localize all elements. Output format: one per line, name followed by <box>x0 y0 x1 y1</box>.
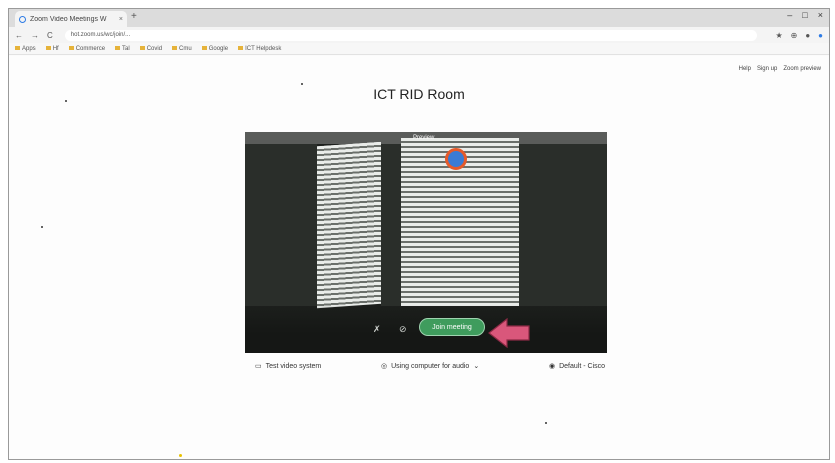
folder-icon <box>115 45 121 50</box>
help-link[interactable]: Help <box>739 66 751 72</box>
logo-icon <box>445 148 467 170</box>
scan-dot <box>65 100 67 102</box>
scan-dot <box>301 83 303 85</box>
address-bar-row: ← → C hot.zoom.us/wc/join/... ★ ⊕ ● ● <box>9 27 829 43</box>
tab-title: Zoom Video Meetings W <box>30 15 107 23</box>
preview-controls: ▭ Test video system ◎ Using computer for… <box>9 362 829 376</box>
page-title: ICT RID Room <box>373 86 465 102</box>
new-tab-button[interactable]: + <box>131 11 137 22</box>
speaker-select[interactable]: ◉ Default - Cisco <box>549 362 606 371</box>
forward-icon[interactable]: → <box>31 31 39 40</box>
bookmark-item[interactable]: Google <box>201 45 228 52</box>
bookmark-item[interactable]: Covid <box>139 45 162 52</box>
preview-shadow <box>519 144 607 306</box>
video-icon: ▭ <box>255 363 262 370</box>
speaker-label: Default - Cisco <box>559 362 606 370</box>
bookmark-star-icon[interactable]: ★ <box>775 31 782 40</box>
preview-document <box>317 141 381 309</box>
bookmark-item[interactable]: ICT Helpdesk <box>238 46 281 52</box>
pointer-arrow-icon <box>488 318 530 348</box>
folder-icon <box>45 45 51 50</box>
folder-icon <box>139 45 145 50</box>
profile-icon[interactable]: ● <box>818 31 823 40</box>
close-icon[interactable]: × <box>818 10 823 20</box>
browser-tab[interactable]: Zoom Video Meetings W × <box>15 11 127 27</box>
scan-dot <box>41 226 43 228</box>
camera-icon[interactable]: ⊘ <box>399 324 407 335</box>
audio-icon: ◎ <box>381 363 388 370</box>
test-video-control[interactable]: ▭ Test video system <box>255 362 322 371</box>
scan-dot <box>179 454 182 457</box>
tab-strip: Zoom Video Meetings W × + – □ × <box>9 9 829 27</box>
back-icon[interactable]: ← <box>15 31 23 40</box>
reload-icon[interactable]: C <box>47 31 53 40</box>
page-content: Help Sign up Zoom preview ICT RID Room P… <box>9 56 829 459</box>
folder-icon <box>15 45 20 50</box>
folder-icon <box>201 45 207 50</box>
extension-icon[interactable]: ⊕ <box>791 31 798 40</box>
signup-link[interactable]: Sign up <box>757 66 777 72</box>
tab-close-icon[interactable]: × <box>119 16 123 23</box>
join-meeting-button[interactable]: Join meeting <box>419 318 485 336</box>
preview-shadow <box>381 144 401 306</box>
scan-dot <box>545 422 547 424</box>
folder-icon <box>172 45 178 50</box>
zoom-favicon-icon <box>19 15 26 23</box>
audio-select[interactable]: ◎ Using computer for audio ⌄ <box>381 362 480 371</box>
browser-window: Zoom Video Meetings W × + – □ × ← → C ho… <box>8 8 830 460</box>
folder-icon <box>238 45 244 50</box>
minimize-icon[interactable]: – <box>787 10 792 20</box>
preview-shadow <box>245 144 317 306</box>
mute-mic-icon[interactable]: ✗ <box>373 324 381 335</box>
video-preview: Preview ✗ ⊘ Join meeting <box>245 132 607 353</box>
bookmarks-bar: Apps Hf Commerce Tal Covid Cmu Google IC… <box>9 43 829 55</box>
audio-label: Using computer for audio <box>391 362 470 370</box>
bookmark-item[interactable]: Apps <box>15 46 36 52</box>
speaker-icon: ◉ <box>549 363 556 370</box>
extension-icon[interactable]: ● <box>805 31 810 40</box>
window-controls: – □ × <box>787 10 823 20</box>
bookmark-item[interactable]: Commerce <box>68 45 105 52</box>
test-video-label: Test video system <box>265 362 322 370</box>
bookmark-item[interactable]: Cmu <box>172 46 192 52</box>
bookmark-item[interactable]: Tal <box>115 46 130 52</box>
preview-link[interactable]: Zoom preview <box>783 66 821 72</box>
top-links: Help Sign up Zoom preview <box>739 66 821 72</box>
url-input[interactable]: hot.zoom.us/wc/join/... <box>64 29 758 41</box>
preview-label: Preview <box>413 135 435 141</box>
bookmark-item[interactable]: Hf <box>45 45 59 52</box>
folder-icon <box>68 45 74 50</box>
maximize-icon[interactable]: □ <box>802 10 807 20</box>
chevron-down-icon: ⌄ <box>473 363 480 370</box>
